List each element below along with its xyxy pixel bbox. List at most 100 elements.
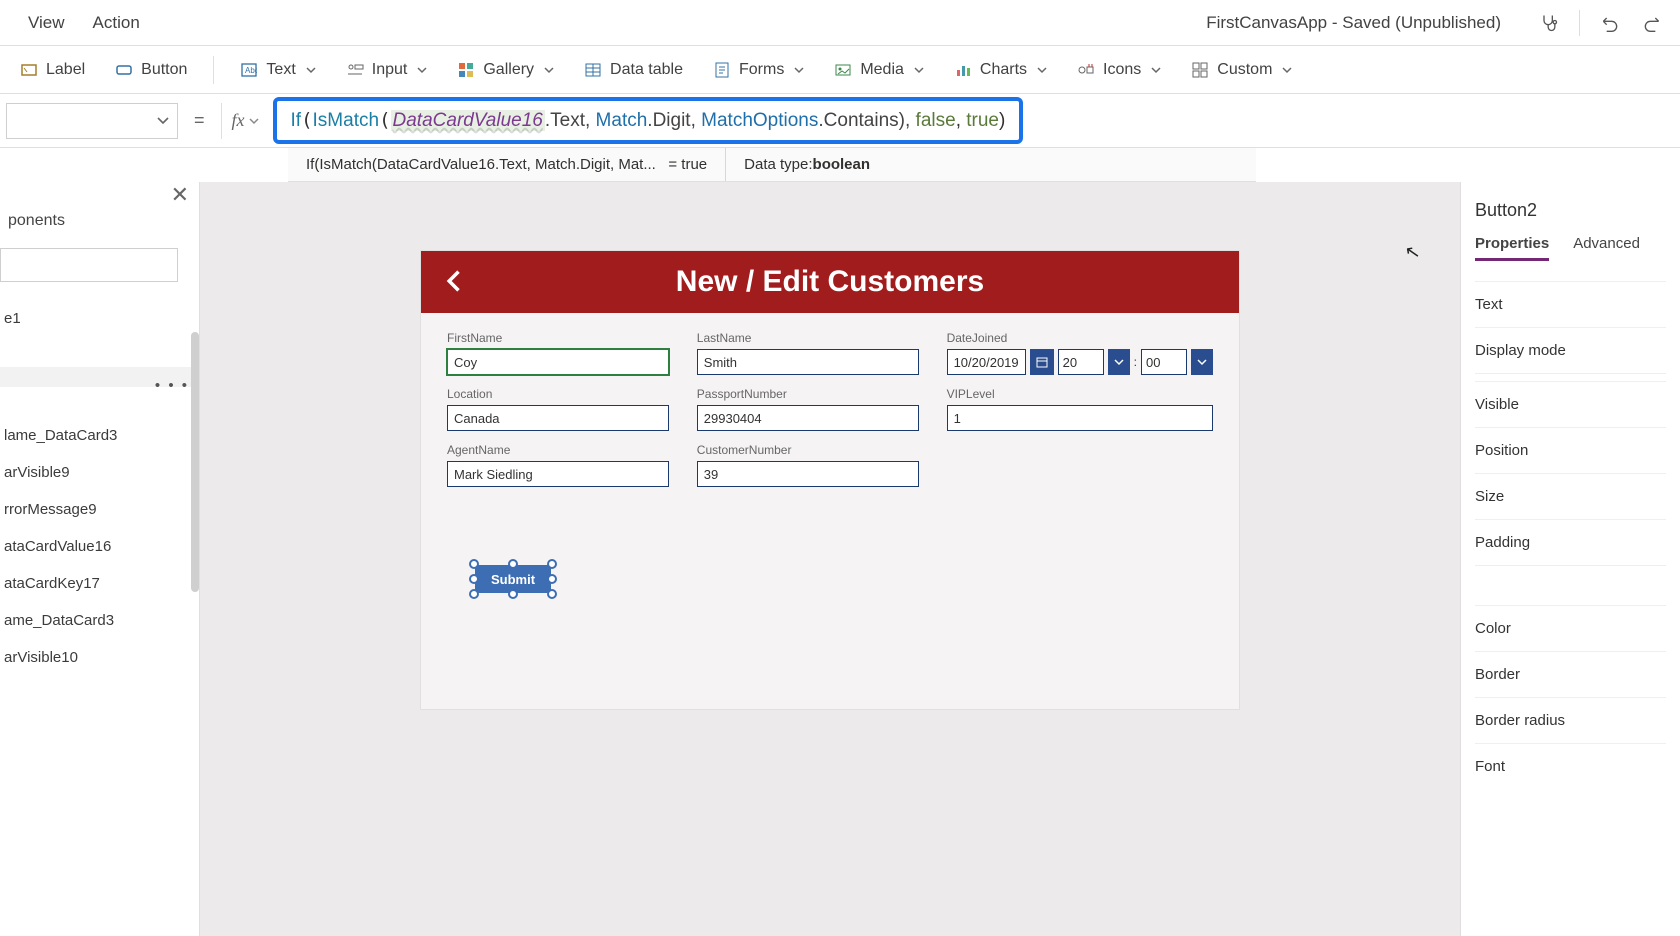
ribbon-button[interactable]: Button	[103, 57, 199, 83]
chevron-down-icon[interactable]	[1108, 349, 1130, 375]
datatype-value: boolean	[813, 156, 871, 173]
ribbon-input[interactable]: Input	[334, 57, 440, 83]
scrollbar-thumb[interactable]	[191, 332, 199, 592]
chevron-down-icon	[157, 115, 169, 127]
datatype-label: Data type:	[744, 156, 812, 173]
input-custnum[interactable]	[697, 461, 919, 487]
back-icon[interactable]	[441, 267, 469, 298]
label-custnum: CustomerNumber	[697, 443, 919, 457]
input-datejoined[interactable]: 10/20/2019	[947, 349, 1026, 375]
more-icon[interactable]: • • •	[155, 377, 189, 387]
undo-icon[interactable]	[1598, 11, 1622, 35]
prop-text[interactable]: Text	[1475, 281, 1666, 327]
ribbon-charts[interactable]: Charts	[942, 57, 1059, 83]
ribbon-label[interactable]: Label	[8, 57, 97, 83]
calendar-icon[interactable]	[1030, 349, 1054, 375]
input-vip[interactable]	[947, 405, 1213, 431]
label-datejoined: DateJoined	[947, 331, 1213, 345]
canvas-header: New / Edit Customers	[421, 251, 1239, 313]
formula-result-value: = true	[668, 156, 707, 173]
menubar: View Action FirstCanvasApp - Saved (Unpu…	[0, 0, 1680, 46]
tree-item[interactable]: e1	[0, 300, 199, 337]
prop-visible[interactable]: Visible	[1475, 381, 1666, 427]
label-firstname: FirstName	[447, 331, 669, 345]
tree-item[interactable]: rrorMessage9	[0, 491, 199, 528]
chevron-down-icon	[1037, 65, 1047, 75]
input-icon	[346, 61, 364, 79]
menu-action[interactable]: Action	[93, 13, 140, 33]
prop-font[interactable]: Font	[1475, 743, 1666, 789]
prop-border[interactable]: Border	[1475, 651, 1666, 697]
stethoscope-icon[interactable]	[1537, 11, 1561, 35]
formula-input[interactable]: If(IsMatch(DataCardValue16.Text, Match.D…	[273, 97, 1024, 144]
prop-display-mode[interactable]: Display mode	[1475, 327, 1666, 373]
selection-handle[interactable]	[508, 559, 518, 569]
prop-padding[interactable]: Padding	[1475, 519, 1666, 565]
property-selector[interactable]	[6, 103, 178, 139]
tree-search-input[interactable]	[0, 248, 178, 282]
selection-handle[interactable]	[469, 574, 479, 584]
label-agent: AgentName	[447, 443, 669, 457]
menu-view[interactable]: View	[28, 13, 65, 33]
ribbon-text[interactable]: Abc Text	[228, 57, 327, 83]
fx-button[interactable]: fx	[221, 103, 269, 139]
formula-result-bar: If(IsMatch(DataCardValue16.Text, Match.D…	[288, 148, 1256, 182]
select-hour[interactable]: 20	[1058, 349, 1104, 375]
input-location[interactable]	[447, 405, 669, 431]
datatable-icon	[584, 61, 602, 79]
canvas-title: New / Edit Customers	[421, 265, 1239, 299]
tree-item[interactable]: ataCardKey17	[0, 565, 199, 602]
prop-color[interactable]: Color	[1475, 605, 1666, 651]
tab-properties[interactable]: Properties	[1475, 235, 1549, 261]
ribbon-custom[interactable]: Custom	[1179, 57, 1304, 83]
left-tab-components[interactable]: ponents	[0, 182, 199, 242]
ribbon-gallery[interactable]: Gallery	[445, 57, 566, 83]
equals-sign: =	[178, 110, 221, 131]
charts-icon	[954, 61, 972, 79]
ribbon-datatable[interactable]: Data table	[572, 57, 695, 83]
tree-item[interactable]: lame_DataCard3	[0, 417, 199, 454]
chevron-down-icon	[306, 65, 316, 75]
tree-item[interactable]: ataCardValue16	[0, 528, 199, 565]
redo-icon[interactable]	[1640, 11, 1664, 35]
chevron-down-icon	[794, 65, 804, 75]
close-icon[interactable]: ✕	[171, 182, 189, 208]
chevron-down-icon	[417, 65, 427, 75]
selection-handle[interactable]	[469, 559, 479, 569]
tree-item-selected[interactable]: • • •	[0, 367, 199, 387]
selection-handle[interactable]	[547, 574, 557, 584]
selection-handle[interactable]	[547, 559, 557, 569]
prop-position[interactable]: Position	[1475, 427, 1666, 473]
chevron-down-icon	[1282, 65, 1292, 75]
cursor-icon: ↖	[1403, 241, 1422, 264]
ribbon-icons[interactable]: Icons	[1065, 57, 1173, 83]
input-firstname[interactable]	[447, 349, 669, 375]
tree-item[interactable]: arVisible10	[0, 639, 199, 676]
ribbon-media[interactable]: Media	[822, 57, 936, 83]
tree-item[interactable]: arVisible9	[0, 454, 199, 491]
text-icon: Abc	[240, 61, 258, 79]
label-passport: PassportNumber	[697, 387, 919, 401]
ribbon: Label Button Abc Text Input Gallery Data…	[0, 46, 1680, 94]
prop-border-radius[interactable]: Border radius	[1475, 697, 1666, 743]
label-lastname: LastName	[697, 331, 919, 345]
select-minute[interactable]: 00	[1141, 349, 1187, 375]
input-agent[interactable]	[447, 461, 669, 487]
selection-handle[interactable]	[469, 589, 479, 599]
selection-handle[interactable]	[508, 589, 518, 599]
submit-button-selected[interactable]: Submit	[475, 565, 551, 593]
tree-item[interactable]: ame_DataCard3	[0, 602, 199, 639]
app-canvas[interactable]: New / Edit Customers FirstName LastName …	[420, 250, 1240, 710]
selection-handle[interactable]	[547, 589, 557, 599]
tab-advanced[interactable]: Advanced	[1573, 235, 1640, 261]
input-lastname[interactable]	[697, 349, 919, 375]
formula-result-expr: If(IsMatch(DataCardValue16.Text, Match.D…	[306, 156, 656, 173]
ribbon-forms[interactable]: Forms	[701, 57, 816, 83]
input-passport[interactable]	[697, 405, 919, 431]
properties-pane: Button2 Properties Advanced Text Display…	[1460, 182, 1680, 936]
tree-view-pane: ✕ ponents e1 • • • lame_DataCard3 arVisi…	[0, 182, 200, 936]
prop-size[interactable]: Size	[1475, 473, 1666, 519]
label-icon	[20, 61, 38, 79]
chevron-down-icon[interactable]	[1191, 349, 1213, 375]
selected-control-name: Button2	[1475, 200, 1666, 221]
